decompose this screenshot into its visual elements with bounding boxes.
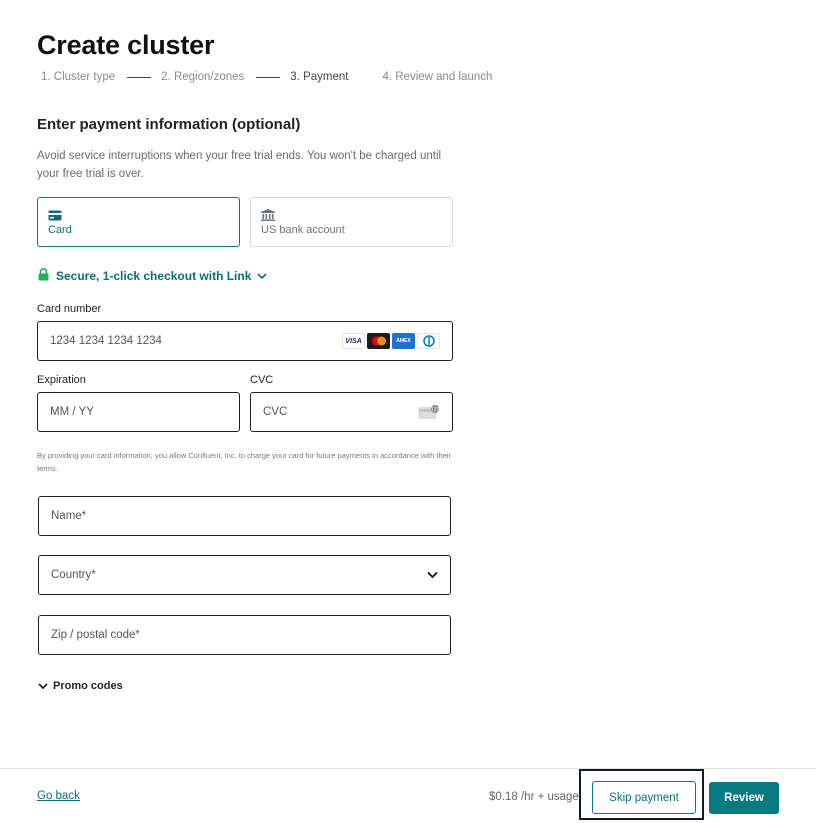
payment-description: Avoid service interruptions when your fr… [37, 150, 442, 180]
diners-logo [417, 333, 440, 349]
link-checkout-label: Secure, 1-click checkout with Link [56, 269, 252, 283]
payment-section-title: Enter payment information (optional) [37, 116, 301, 133]
step-connector [127, 76, 152, 78]
step-payment: 3. Payment [290, 71, 349, 83]
footer-divider [0, 768, 816, 769]
visa-logo: VISA [342, 333, 365, 349]
go-back-link[interactable]: Go back [37, 790, 80, 802]
chevron-down-icon [427, 570, 438, 582]
cvc-card-icon: 123 [418, 405, 440, 423]
step-region-zones: 2. Region/zones [161, 71, 245, 83]
cvc-input[interactable]: CVC 123 [250, 392, 453, 432]
chevron-down-icon [38, 682, 48, 689]
link-checkout-toggle[interactable]: Secure, 1-click checkout with Link [38, 268, 267, 284]
page-title: Create cluster [37, 30, 215, 60]
price-estimate: $0.18 /hr + usage [489, 791, 579, 803]
name-placeholder: Name* [51, 510, 87, 522]
card-number-input[interactable]: 1234 1234 1234 1234 VISA AMEX [37, 321, 453, 361]
payment-method-bank-tab[interactable]: US bank account [250, 197, 453, 247]
bank-icon [261, 208, 442, 222]
name-input[interactable]: Name* [38, 496, 451, 536]
step-review-launch: 4. Review and launch [382, 71, 493, 83]
promo-codes-label: Promo codes [53, 680, 123, 692]
expiration-input[interactable]: MM / YY [37, 392, 240, 432]
payment-method-card-label: Card [48, 224, 72, 236]
amex-logo: AMEX [392, 333, 415, 349]
country-placeholder: Country* [51, 569, 96, 581]
step-connector [256, 76, 281, 78]
card-legal-text: By providing your card information, you … [37, 451, 451, 473]
cvc-placeholder: CVC [263, 406, 288, 418]
promo-codes-toggle[interactable]: Promo codes [38, 680, 123, 692]
payment-method-bank-label: US bank account [261, 224, 345, 236]
svg-text:123: 123 [431, 407, 439, 412]
chevron-down-icon [257, 269, 267, 283]
payment-method-card-tab[interactable]: Card [37, 197, 240, 247]
country-select[interactable]: Country* [38, 555, 451, 595]
zip-input[interactable]: Zip / postal code* [38, 615, 451, 655]
cvc-label: CVC [250, 374, 274, 386]
review-button[interactable]: Review [709, 782, 779, 814]
card-brands: VISA AMEX [342, 333, 440, 349]
expiration-placeholder: MM / YY [50, 406, 94, 418]
card-number-label: Card number [37, 303, 102, 315]
card-number-placeholder: 1234 1234 1234 1234 [50, 335, 162, 347]
lock-icon [38, 268, 49, 284]
card-icon [48, 208, 229, 222]
mastercard-logo [367, 333, 390, 349]
expiration-label: Expiration [37, 374, 86, 386]
stepper: 1. Cluster type 2. Region/zones 3. Payme… [41, 71, 492, 83]
skip-payment-button[interactable]: Skip payment [592, 781, 696, 814]
step-cluster-type: 1. Cluster type [41, 71, 116, 83]
zip-placeholder: Zip / postal code* [51, 629, 140, 641]
